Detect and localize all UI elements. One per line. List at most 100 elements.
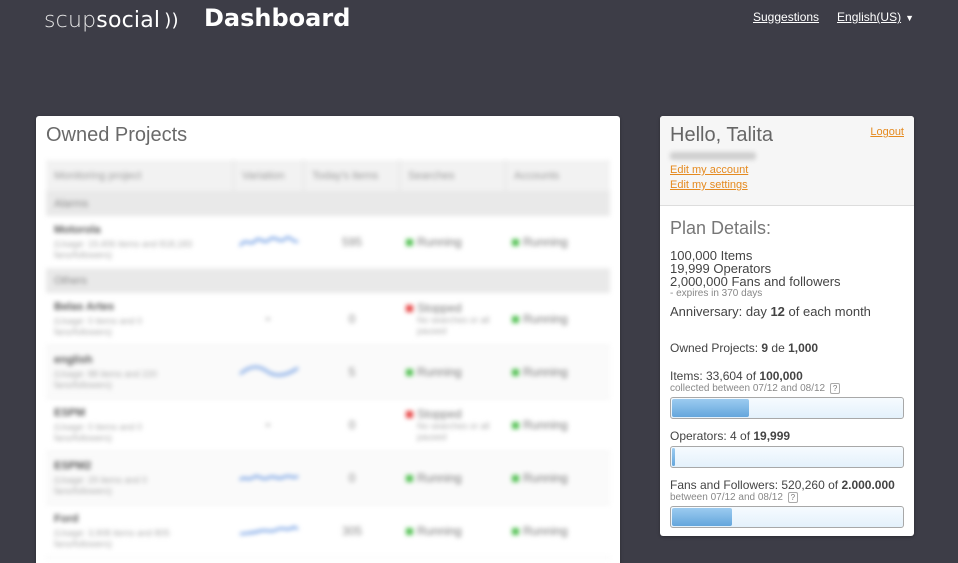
status-indicator-icon: [512, 475, 519, 482]
table-row[interactable]: ESPM2 (Usage: 29 items and 0 fans/follow…: [46, 452, 610, 505]
status-indicator-icon: [512, 369, 519, 376]
accounts-status[interactable]: Running: [506, 524, 610, 538]
search-status-label: Running: [417, 524, 462, 538]
project-cell: Motorola (Usage: 19,406 items and 818,18…: [46, 224, 234, 261]
fans-progress-bar: [670, 506, 904, 528]
project-name[interactable]: ESPM: [54, 407, 234, 419]
project-usage-2: fans/followers): [54, 432, 113, 443]
table-row[interactable]: Motorola (Usage: 19,406 items and 818,18…: [46, 216, 610, 269]
items-sub: collected between 07/12 and 08/12: [670, 383, 826, 394]
items-progress-bar: [670, 397, 904, 419]
accounts-status[interactable]: Running: [506, 235, 610, 249]
search-status-label: Running: [417, 471, 462, 485]
accounts-status-label: Running: [523, 312, 568, 326]
column-header[interactable]: Searches: [400, 160, 506, 191]
project-usage-2: fans/followers): [54, 538, 113, 549]
fans-max: 2.000.000: [841, 478, 895, 492]
search-status[interactable]: Stopped No searches or all paused: [400, 407, 506, 443]
project-cell: Belas Artes (Usage: 0 items and 0 fans/f…: [46, 301, 234, 338]
operators-label: Operators: 4 of 19,999: [670, 429, 904, 443]
owned-max: 1,000: [788, 341, 819, 355]
today-items: 0: [348, 471, 356, 485]
project-name[interactable]: Ford: [54, 513, 234, 525]
search-status[interactable]: Running: [400, 365, 506, 379]
table-row[interactable]: ESPM (Usage: 0 items and 0 fans/follower…: [46, 399, 610, 452]
column-header[interactable]: Monitoring project: [46, 160, 234, 191]
table-group-header: Others: [46, 269, 610, 293]
fans-sub: between 07/12 and 08/12: [670, 492, 783, 503]
project-name[interactable]: ESPM2: [54, 460, 234, 472]
accounts-status[interactable]: Running: [506, 418, 610, 432]
search-status[interactable]: Running: [400, 235, 506, 249]
accounts-status[interactable]: Running: [506, 365, 610, 379]
project-name[interactable]: Belas Artes: [54, 301, 234, 313]
column-header[interactable]: Variation: [234, 160, 304, 191]
table-body: Alarms Motorola (Usage: 19,406 items and…: [46, 192, 610, 558]
search-status-label: Stopped: [417, 301, 462, 315]
project-usage: (Usage: 0 items and 0: [54, 421, 143, 432]
table-header: Monitoring project Variation Today's ite…: [46, 160, 610, 192]
suggestions-link[interactable]: Suggestions: [753, 10, 819, 24]
greeting: Hello, Talita: [670, 124, 774, 146]
project-usage: (Usage: 29 items and 0: [54, 474, 148, 485]
search-status-sub: No searches or all paused: [417, 315, 490, 336]
status-indicator-icon: [406, 305, 413, 312]
status-indicator-icon: [512, 528, 519, 535]
accounts-status[interactable]: Running: [506, 312, 610, 326]
column-header[interactable]: Today's items: [304, 160, 400, 191]
fans-prefix: Fans and Followers: 520,260 of: [670, 478, 842, 492]
project-usage: (Usage: 0 items and 0: [54, 315, 143, 326]
plan-fans: 2,000,000 Fans and followers: [670, 274, 841, 289]
search-status[interactable]: Running: [400, 524, 506, 538]
operators-progress-bar: [670, 446, 904, 468]
table-group-header: Alarms: [46, 192, 610, 216]
owned-mid: de: [768, 341, 789, 355]
fans-label: Fans and Followers: 520,260 of 2.000.000: [670, 478, 904, 492]
search-status[interactable]: Running: [400, 471, 506, 485]
operators-max: 19,999: [753, 429, 791, 443]
search-status-label: Stopped: [417, 407, 462, 421]
column-header[interactable]: Accounts: [506, 160, 610, 191]
page-title: Dashboard: [204, 4, 351, 32]
items-prefix: Items: 33,604 of: [670, 369, 760, 383]
edit-account-link[interactable]: Edit my account: [670, 164, 748, 176]
today-items: 595: [341, 235, 363, 249]
project-usage-2: fans/followers): [54, 249, 113, 260]
owned-projects-panel: Owned Projects Monitoring project Variat…: [36, 116, 620, 563]
accounts-status[interactable]: Running: [506, 471, 610, 485]
anniversary-day: 12: [770, 304, 785, 319]
logout-link[interactable]: Logout: [870, 126, 904, 138]
operators-progress-fill: [672, 448, 675, 466]
today-items: 0: [348, 312, 356, 326]
search-status-sub: No searches or all paused: [417, 421, 490, 442]
table-row[interactable]: Ford (Usage: 3,908 items and 805 fans/fo…: [46, 505, 610, 558]
project-usage-2: fans/followers): [54, 326, 113, 337]
variation-sparkline: [234, 309, 304, 329]
project-name[interactable]: Motorola: [54, 224, 234, 236]
items-usage: Items: 33,604 of 100,000 collected betwe…: [670, 369, 904, 419]
project-usage-2: fans/followers): [54, 485, 113, 496]
top-links: Suggestions English(US) ▼: [753, 10, 914, 24]
table-row[interactable]: english (Usage: 88 items and 220 fans/fo…: [46, 346, 610, 399]
project-name[interactable]: english: [54, 354, 234, 366]
items-period: collected between 07/12 and 08/12 ?: [670, 383, 904, 394]
table-row[interactable]: Belas Artes (Usage: 0 items and 0 fans/f…: [46, 293, 610, 346]
project-usage: (Usage: 88 items and 220: [54, 368, 158, 379]
status-indicator-icon: [406, 475, 413, 482]
caret-down-icon: ▼: [905, 13, 914, 23]
help-icon[interactable]: ?: [829, 383, 841, 394]
language-label: English(US): [837, 10, 902, 24]
variation-sparkline: [234, 468, 304, 488]
scup-social-logo[interactable]: scupsocial)): [44, 8, 179, 33]
edit-settings-link[interactable]: Edit my settings: [670, 179, 748, 191]
search-status[interactable]: Stopped No searches or all paused: [400, 301, 506, 337]
plan-title: Plan Details:: [670, 218, 772, 238]
language-selector[interactable]: English(US) ▼: [837, 10, 914, 24]
projects-table: Monitoring project Variation Today's ite…: [46, 160, 610, 558]
today-items: 305: [341, 524, 363, 538]
project-cell: ESPM (Usage: 0 items and 0 fans/follower…: [46, 407, 234, 444]
help-icon[interactable]: ?: [787, 492, 799, 503]
project-cell: ESPM2 (Usage: 29 items and 0 fans/follow…: [46, 460, 234, 497]
plan-details: Plan Details: 100,000 Items 19,999 Opera…: [660, 206, 914, 528]
accounts-status-label: Running: [523, 418, 568, 432]
